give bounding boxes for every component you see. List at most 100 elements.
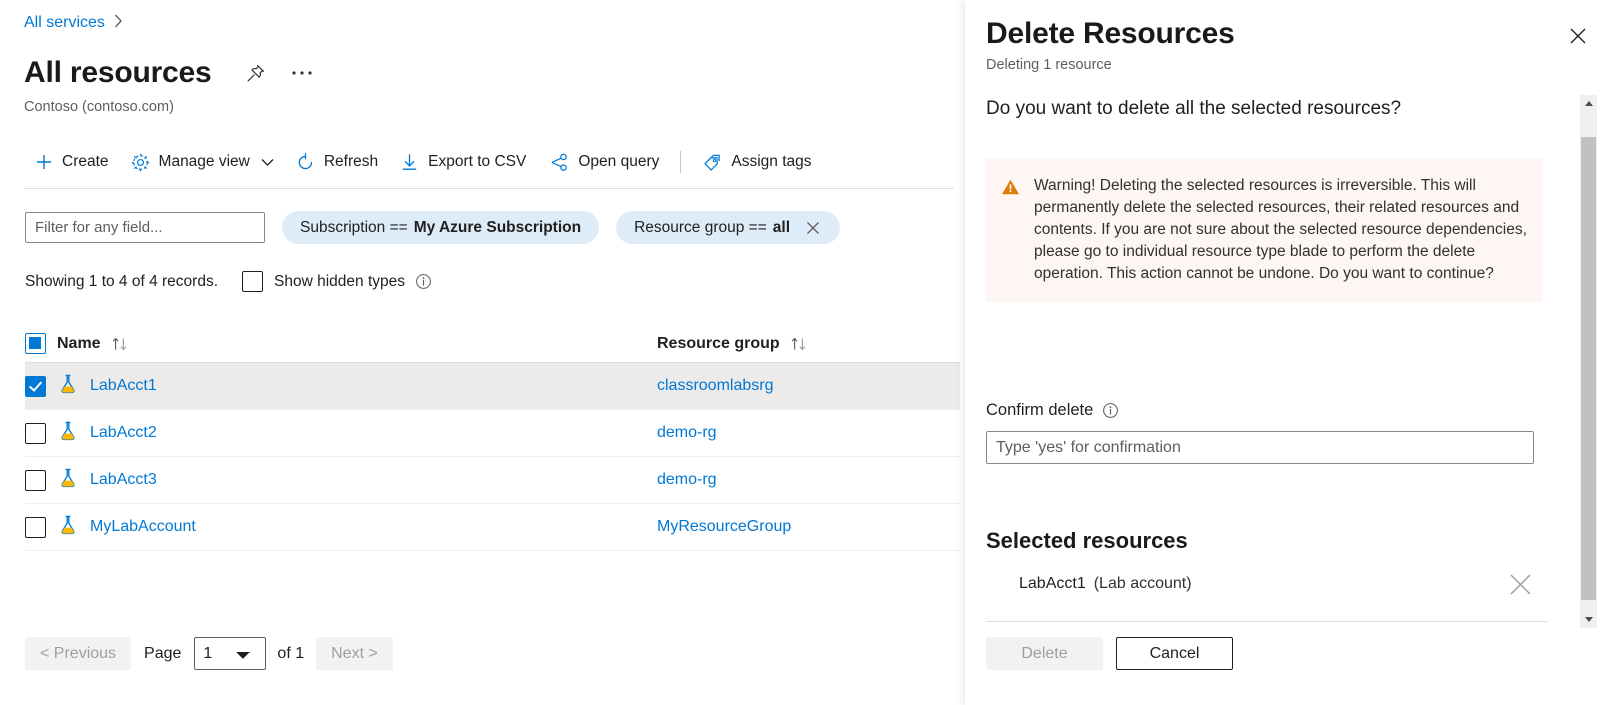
scroll-down-arrow-icon[interactable] xyxy=(1580,611,1597,628)
selected-resource-type: (Lab account) xyxy=(1094,575,1192,593)
resource-group-link[interactable]: demo-rg xyxy=(657,471,717,489)
resource-name-link[interactable]: MyLabAccount xyxy=(90,518,196,536)
filter-pill-subscription-value: My Azure Subscription xyxy=(414,219,581,237)
resource-name-link[interactable]: LabAcct1 xyxy=(90,377,157,395)
lab-account-icon xyxy=(57,514,79,541)
toolbar-divider-line xyxy=(24,188,954,189)
row-select-cell xyxy=(25,376,57,397)
panel-header: Delete Resources Deleting 1 resource xyxy=(986,14,1586,73)
cell-name: MyLabAccount xyxy=(57,514,657,541)
show-hidden-types-label[interactable]: Show hidden types xyxy=(274,273,405,291)
chevron-right-icon xyxy=(114,14,123,32)
resource-group-link[interactable]: MyResourceGroup xyxy=(657,518,791,536)
refresh-button[interactable]: Refresh xyxy=(285,142,389,182)
column-header-name-label: Name xyxy=(57,335,101,353)
row-checkbox[interactable] xyxy=(25,517,46,538)
filter-pill-resource-group-label: Resource group == xyxy=(634,219,767,237)
filter-search-input[interactable] xyxy=(25,212,265,243)
command-bar: Create Manage view Refre xyxy=(24,140,823,184)
resource-group-link[interactable]: demo-rg xyxy=(657,424,717,442)
panel-title: Delete Resources xyxy=(986,14,1586,54)
breadcrumb-link-all-services[interactable]: All services xyxy=(24,14,105,32)
open-query-label: Open query xyxy=(578,153,659,171)
resource-group-link[interactable]: classroomlabsrg xyxy=(657,377,773,395)
table-row[interactable]: LabAcct2 demo-rg xyxy=(25,410,960,457)
select-all-cell xyxy=(25,333,57,354)
row-select-cell xyxy=(25,423,57,444)
page-title: All resources xyxy=(24,54,212,92)
column-header-resource-group-label: Resource group xyxy=(657,335,780,353)
scroll-up-arrow-icon[interactable] xyxy=(1580,95,1597,112)
export-csv-button[interactable]: Export to CSV xyxy=(389,142,537,182)
table-header-row: Name Resource group xyxy=(25,325,960,363)
export-csv-label: Export to CSV xyxy=(428,153,526,171)
table-row[interactable]: LabAcct1 classroomlabsrg xyxy=(25,363,960,410)
pin-icon[interactable] xyxy=(240,57,272,89)
toolbar-divider xyxy=(680,151,681,173)
cell-name: LabAcct1 xyxy=(57,373,657,400)
chevron-down-icon xyxy=(261,158,274,167)
column-header-resource-group[interactable]: Resource group xyxy=(657,335,960,353)
scrollbar-thumb[interactable] xyxy=(1581,137,1596,600)
open-query-button[interactable]: Open query xyxy=(537,142,670,182)
row-checkbox[interactable] xyxy=(25,423,46,444)
create-button[interactable]: Create xyxy=(24,142,120,182)
cell-resource-group: demo-rg xyxy=(657,424,960,442)
panel-scrollbar[interactable] xyxy=(1580,95,1597,628)
query-share-icon xyxy=(548,153,569,172)
info-icon[interactable] xyxy=(415,273,432,290)
confirm-delete-label: Confirm delete xyxy=(986,401,1093,420)
records-status-row: Showing 1 to 4 of 4 records. Show hidden… xyxy=(25,271,432,292)
confirm-delete-label-row: Confirm delete xyxy=(986,401,1119,420)
confirm-delete-input[interactable] xyxy=(986,431,1534,464)
resource-name-link[interactable]: LabAcct2 xyxy=(90,424,157,442)
row-checkbox[interactable] xyxy=(25,470,46,491)
resource-name-link[interactable]: LabAcct3 xyxy=(90,471,157,489)
delete-button[interactable]: Delete xyxy=(986,637,1103,670)
previous-page-button[interactable]: < Previous xyxy=(25,637,131,670)
next-page-button[interactable]: Next > xyxy=(316,637,393,670)
filter-pill-subscription[interactable]: Subscription == My Azure Subscription xyxy=(282,211,599,244)
close-icon[interactable] xyxy=(1562,20,1594,52)
info-icon[interactable] xyxy=(1102,402,1119,419)
remove-filter-icon[interactable] xyxy=(804,219,822,237)
delete-resources-panel: Delete Resources Deleting 1 resource Do … xyxy=(965,0,1612,705)
page-label: Page xyxy=(144,645,181,663)
sort-icon[interactable] xyxy=(111,336,129,352)
sort-icon[interactable] xyxy=(790,336,808,352)
total-pages-label: of 1 xyxy=(277,645,304,663)
download-icon xyxy=(400,153,419,172)
selected-resource-name: LabAcct1 xyxy=(1019,575,1086,593)
breadcrumb: All services xyxy=(24,14,123,32)
lab-account-icon xyxy=(57,420,79,447)
warning-text: Warning! Deleting the selected resources… xyxy=(1034,175,1527,285)
filter-pill-resource-group[interactable]: Resource group == all xyxy=(616,211,840,244)
filter-pill-subscription-label: Subscription == xyxy=(300,219,408,237)
select-all-checkbox[interactable] xyxy=(25,333,46,354)
warning-banner: Warning! Deleting the selected resources… xyxy=(986,158,1543,302)
page-number-select[interactable]: 1 xyxy=(194,637,266,670)
column-header-name[interactable]: Name xyxy=(57,335,657,353)
remove-icon[interactable] xyxy=(1507,571,1534,598)
table-row[interactable]: MyLabAccount MyResourceGroup xyxy=(25,504,960,551)
show-hidden-types-checkbox[interactable] xyxy=(242,271,263,292)
manage-view-button[interactable]: Manage view xyxy=(120,142,285,182)
row-select-cell xyxy=(25,517,57,538)
panel-action-buttons: Delete Cancel xyxy=(986,637,1233,670)
warning-icon xyxy=(1001,178,1020,201)
records-count-text: Showing 1 to 4 of 4 records. xyxy=(25,273,218,291)
cancel-button[interactable]: Cancel xyxy=(1116,637,1233,670)
table-row[interactable]: LabAcct3 demo-rg xyxy=(25,457,960,504)
cell-resource-group: demo-rg xyxy=(657,471,960,489)
lab-account-icon xyxy=(57,467,79,494)
panel-footer-divider xyxy=(986,621,1548,622)
row-checkbox[interactable] xyxy=(25,376,46,397)
page-title-row: All resources xyxy=(24,54,318,92)
tag-icon xyxy=(702,153,722,172)
cell-resource-group: classroomlabsrg xyxy=(657,377,960,395)
assign-tags-button[interactable]: Assign tags xyxy=(691,142,822,182)
create-label: Create xyxy=(62,153,109,171)
tenant-subtitle: Contoso (contoso.com) xyxy=(24,99,174,115)
lab-account-icon xyxy=(57,373,79,400)
ellipsis-icon[interactable] xyxy=(286,57,318,89)
